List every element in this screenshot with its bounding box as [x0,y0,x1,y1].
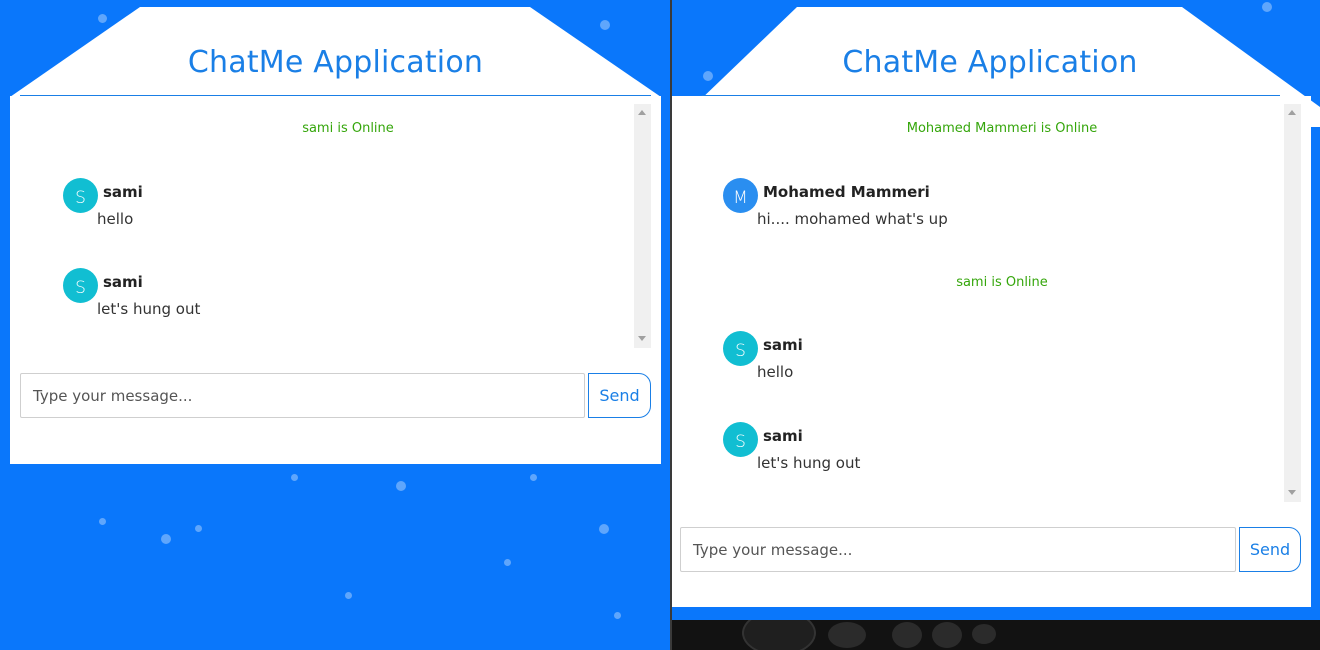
send-button[interactable]: Send [1239,527,1301,572]
avatar: S [723,331,758,366]
background-dot [530,474,537,481]
background-dot [161,534,171,544]
message-sender: sami [103,183,143,201]
app-header: ChatMe Application [10,7,661,97]
background-dot [614,612,621,619]
background-dot [600,20,610,30]
camera-dial-icon [972,624,996,644]
background-dot [345,592,352,599]
message-log[interactable]: sami is Online S sami hello S sami let's… [20,104,632,344]
header-divider [20,95,651,96]
camera-dial-icon [742,620,816,650]
message-sender: sami [763,336,803,354]
chat-window-left: ChatMe Application sami is Online S sami… [0,0,670,650]
camera-dial-icon [932,622,962,648]
app-title: ChatMe Application [842,45,1138,80]
message-log-scrollbar[interactable] [1284,104,1301,502]
send-button[interactable]: Send [588,373,651,418]
avatar: S [63,178,98,213]
background-dot [703,71,713,81]
message-text: let's hung out [97,300,201,318]
avatar: S [63,268,98,303]
message-text: hello [97,210,134,228]
scroll-down-icon[interactable] [1288,490,1296,495]
message-text: hello [757,363,794,381]
background-dot [291,474,298,481]
message-log[interactable]: Mohamed Mammeri is Online M Mohamed Mamm… [682,104,1282,498]
background-dot [195,525,202,532]
scroll-up-icon[interactable] [638,110,646,115]
background-dot [599,524,609,534]
background-dot [1262,2,1272,12]
background-dot [396,481,406,491]
avatar: M [723,178,758,213]
message-input[interactable]: Type your message... [20,373,585,418]
app-title: ChatMe Application [187,45,484,80]
avatar: S [723,422,758,457]
chat-window-right: ChatMe Application Mohamed Mammeri is On… [672,0,1320,650]
message-sender: Mohamed Mammeri [763,183,930,201]
status-message: sami is Online [956,275,1048,290]
status-message: sami is Online [302,121,394,136]
message-input[interactable]: Type your message... [680,527,1236,572]
camera-dial-icon [892,622,922,648]
scroll-down-icon[interactable] [638,336,646,341]
background-dot [99,518,106,525]
background-dot [504,559,511,566]
camera-dial-icon [828,622,866,648]
header-divider [702,95,1280,96]
message-sender: sami [763,427,803,445]
background-photo [672,620,1320,650]
message-text: let's hung out [757,454,861,472]
scroll-up-icon[interactable] [1288,110,1296,115]
message-text: hi.... mohamed what's up [757,210,948,228]
message-sender: sami [103,273,143,291]
status-message: Mohamed Mammeri is Online [906,121,1098,136]
background-dot [98,14,107,23]
message-log-scrollbar[interactable] [634,104,651,348]
